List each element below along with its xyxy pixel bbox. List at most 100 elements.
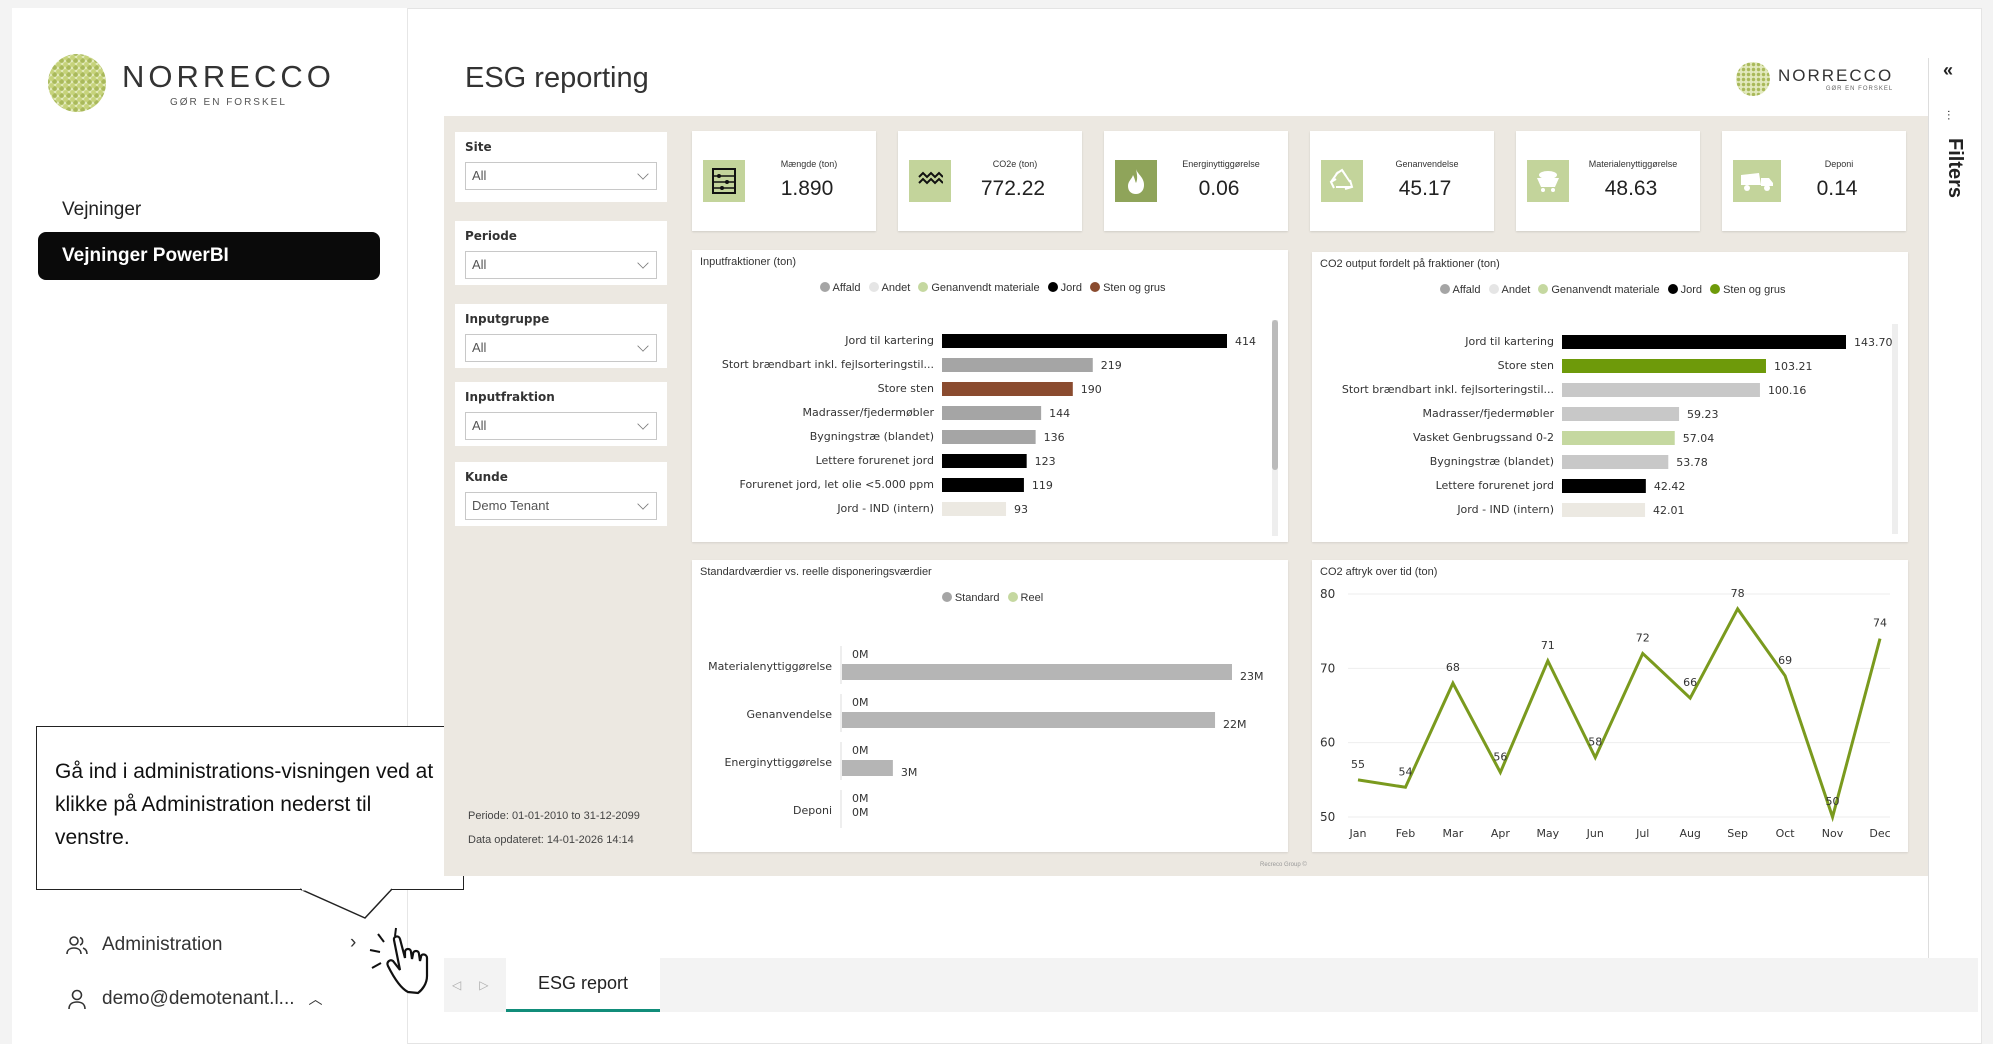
data-label: 123 (1035, 455, 1056, 468)
data-label: 53.78 (1676, 456, 1708, 469)
slicer-dropdown[interactable]: All (465, 162, 657, 190)
kpi-label: Materialenyttiggørelse (1588, 159, 1678, 169)
x-tick-label: Jul (1635, 827, 1649, 840)
logo-tagline: GØR EN FORSKEL (169, 96, 287, 108)
user-icon (64, 986, 90, 1012)
waves-icon (909, 160, 951, 202)
category-label: Genanvendelse (746, 708, 832, 721)
bar (842, 760, 893, 776)
data-label: 190 (1081, 383, 1102, 396)
data-label: 69 (1778, 654, 1792, 667)
data-label: 414 (1235, 335, 1256, 348)
kpi-card[interactable]: Mængde (ton) 1.890 (692, 131, 876, 231)
administration-menu-item[interactable]: Administration › (64, 932, 460, 958)
category-label: Jord til kartering (1464, 335, 1554, 348)
abacus-icon (703, 160, 745, 202)
chart-inputfraktioner[interactable]: Inputfraktioner (ton) Affald Andet Genan… (692, 250, 1288, 542)
kpi-card[interactable]: Genanvendelse 45.17 (1310, 131, 1494, 231)
slicer-kunde[interactable]: Kunde Demo Tenant (455, 462, 667, 526)
bar (1562, 431, 1675, 445)
kpi-card[interactable]: CO2e (ton) 772.22 (898, 131, 1082, 231)
slicer-inputfraktion[interactable]: Inputfraktion All (455, 382, 667, 446)
x-tick-label: Feb (1396, 827, 1415, 840)
y-tick-label: 60 (1320, 736, 1335, 750)
category-label: Store sten (878, 382, 934, 395)
kpi-label: Energinyttiggørelse (1182, 159, 1260, 169)
slicer-site[interactable]: Site All (455, 132, 667, 202)
brand-mark-icon (1736, 62, 1770, 96)
kpi-card[interactable]: Deponi 0.14 (1722, 131, 1906, 231)
kpi-value: 0.06 (1198, 177, 1240, 200)
category-label: Bygningstræ (blandet) (1430, 455, 1554, 468)
slicer-dropdown[interactable]: Demo Tenant (465, 492, 657, 520)
data-label: 100.16 (1768, 384, 1807, 397)
tab-esg-report[interactable]: ESG report (506, 958, 660, 1012)
nav-item-vejninger-powerbi[interactable]: Vejninger PowerBI (38, 232, 380, 280)
user-menu[interactable]: demo@demotenant.l... ︿ (64, 986, 460, 1012)
users-icon (64, 932, 90, 958)
category-label: Lettere forurenet jord (816, 454, 934, 467)
chart-standard-vs-reel[interactable]: Standardværdier vs. reelle disponeringsv… (692, 560, 1288, 852)
report-tabs: ◁▷ ESG report (444, 958, 1978, 1012)
administration-label: Administration (102, 934, 223, 955)
bar (1562, 479, 1646, 493)
slicer-label: Inputgruppe (465, 312, 550, 326)
data-label: 0M (852, 648, 869, 661)
kpi-label: Mængde (ton) (780, 159, 838, 169)
nav-item-vejninger[interactable]: Vejninger (38, 186, 380, 234)
kpi-value: 48.63 (1604, 177, 1658, 200)
bar (942, 406, 1042, 420)
scrollbar[interactable] (1892, 324, 1898, 534)
footer-note: Recreco Group © (1260, 862, 1307, 868)
slicer-dropdown[interactable]: All (465, 334, 657, 362)
data-label: 54 (1398, 765, 1412, 778)
category-label: Forurenet jord, let olie <5.000 ppm (740, 478, 934, 491)
category-label: Stort brændbart inkl. fejlsorteringstil.… (722, 358, 934, 371)
slicer-dropdown[interactable]: All (465, 251, 657, 279)
filters-pane[interactable]: « ⫶ Filters (1928, 58, 1972, 958)
category-label: Store sten (1498, 359, 1554, 372)
data-label: 59.23 (1687, 408, 1719, 421)
tab-nav-arrows-icon[interactable]: ◁▷ (452, 978, 506, 992)
x-tick-label: Dec (1869, 827, 1890, 840)
brand-tag: GØR EN FORSKEL (1825, 86, 1894, 92)
bar (942, 430, 1036, 444)
collapse-double-chevron-icon[interactable]: « (1943, 60, 1953, 81)
data-label: 119 (1032, 479, 1053, 492)
data-label: 68 (1446, 661, 1460, 674)
slicer-dropdown[interactable]: All (465, 412, 657, 440)
data-label: 22M (1223, 718, 1247, 731)
slicer-value: All (472, 340, 487, 355)
period-text: Periode: 01-01-2010 to 31-12-2099 (468, 810, 640, 822)
chart-co2-output[interactable]: CO2 output fordelt på fraktioner (ton) A… (1312, 252, 1908, 542)
line-chart-svg: 80 70 60 50 Jan 55 Feb 54 Mar 68 Apr 56 May 71 Jun 58 Ju… (1320, 587, 1891, 840)
slicer-periode[interactable]: Periode All (455, 221, 667, 285)
scrollbar[interactable] (1272, 320, 1278, 536)
norrecco-logo[interactable]: NORRECCO GØR EN FORSKEL (48, 54, 335, 112)
bar (1562, 383, 1760, 397)
series-line (1357, 606, 1882, 823)
bar (1562, 335, 1846, 349)
bar (1562, 359, 1766, 373)
bar (942, 478, 1024, 492)
data-label: 0M (852, 792, 869, 805)
kpi-label: Deponi (1824, 159, 1854, 169)
chart-co2-over-time[interactable]: CO2 aftryk over tid (ton) 80 70 60 50 Jan 55 F… (1312, 560, 1908, 852)
data-label: 72 (1636, 631, 1650, 644)
kpi-card[interactable]: Energinyttiggørelse 0.06 (1104, 131, 1288, 231)
filters-label[interactable]: Filters (1943, 138, 1966, 198)
data-label: 42.42 (1654, 480, 1686, 493)
kpi-card[interactable]: Materialenyttiggørelse 48.63 (1516, 131, 1700, 231)
data-label: 66 (1683, 676, 1697, 689)
chevron-down-icon (637, 168, 649, 180)
kpi-label: Genanvendelse (1395, 159, 1459, 169)
data-label: 143.70 (1854, 336, 1893, 349)
data-label: 0M (852, 806, 869, 819)
bar (842, 664, 1232, 680)
bar (1562, 503, 1646, 517)
x-tick-label: Oct (1776, 827, 1796, 840)
data-label: 55 (1351, 758, 1365, 771)
slicer-label: Inputfraktion (465, 390, 555, 404)
slicer-inputgruppe[interactable]: Inputgruppe All (455, 304, 667, 368)
category-label: Bygningstræ (blandet) (810, 430, 934, 443)
